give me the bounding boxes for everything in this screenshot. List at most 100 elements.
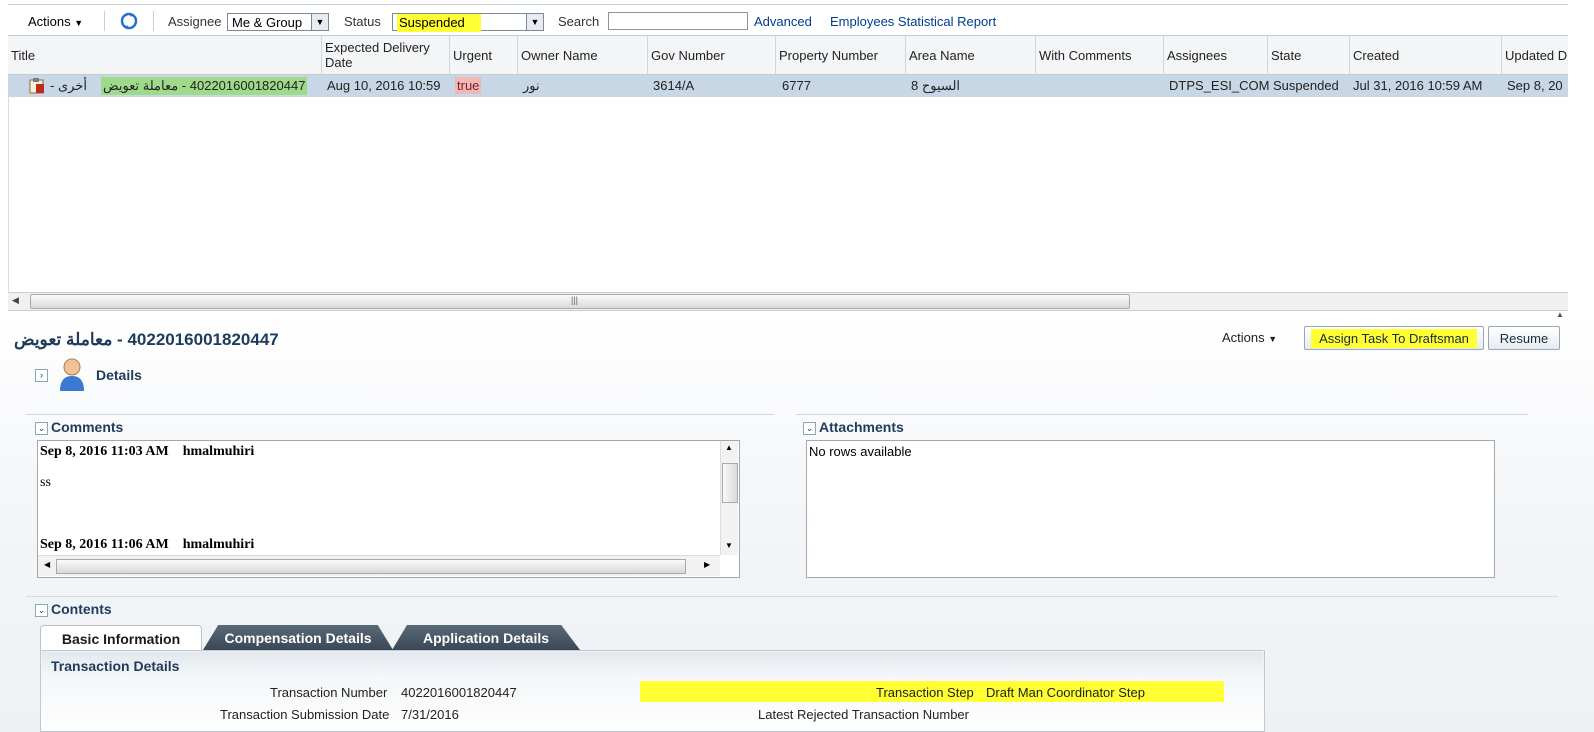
scroll-right-icon[interactable]: ▶ bbox=[704, 560, 710, 569]
dropdown-arrow-icon[interactable]: ▼ bbox=[311, 14, 328, 30]
column-header-updated[interactable]: Updated D bbox=[1502, 36, 1568, 74]
scrollbar-thumb[interactable] bbox=[722, 463, 738, 503]
task-icon bbox=[28, 77, 46, 95]
table-row[interactable]: أخرى - 4022016001820447 - معاملة تعويض A… bbox=[8, 75, 1568, 97]
actions-menu[interactable]: Actions ▼ bbox=[28, 14, 83, 29]
column-header-title[interactable]: Title bbox=[8, 36, 322, 74]
column-header-state[interactable]: State bbox=[1268, 36, 1350, 74]
expand-details-icon[interactable]: › bbox=[35, 369, 48, 382]
transaction-step-value: Draft Man Coordinator Step bbox=[986, 685, 1145, 700]
scroll-down-icon[interactable]: ▼ bbox=[725, 541, 733, 550]
comment-text: ss bbox=[40, 475, 51, 490]
status-select-value: Suspended bbox=[397, 14, 481, 32]
comment-user: hmalmuhiri bbox=[182, 537, 255, 552]
status-select[interactable]: Suspended ▼ bbox=[392, 13, 544, 32]
assignee-label: Assignee bbox=[168, 14, 222, 29]
column-header-expected-delivery[interactable]: Expected Delivery Date bbox=[322, 36, 450, 74]
column-header-property-number[interactable]: Property Number bbox=[776, 36, 906, 74]
row-state: Suspended bbox=[1273, 78, 1339, 93]
row-assignees: DTPS_ESI_COM bbox=[1169, 78, 1270, 93]
attachments-section-label: Attachments bbox=[819, 419, 904, 435]
row-updated: Sep 8, 20 bbox=[1507, 78, 1563, 93]
tab-compensation-details[interactable]: Compensation Details bbox=[203, 625, 393, 650]
chevron-down-icon: ▼ bbox=[1268, 334, 1278, 344]
contents-section-label: Contents bbox=[51, 601, 112, 617]
status-label: Status bbox=[344, 14, 381, 29]
comment-header: Sep 8, 2016 11:06 AM hmalmuhiri bbox=[40, 537, 254, 553]
assignee-select-value: Me & Group bbox=[232, 15, 303, 30]
scroll-up-icon[interactable]: ▲ bbox=[725, 443, 733, 452]
assignee-select[interactable]: Me & Group ▼ bbox=[227, 13, 329, 31]
search-input[interactable] bbox=[608, 12, 748, 30]
column-header-urgent[interactable]: Urgent bbox=[450, 36, 518, 74]
task-table-header: Title Expected Delivery Date Urgent Owne… bbox=[8, 35, 1568, 75]
transaction-step-label: Transaction Step bbox=[876, 685, 974, 700]
row-title-link[interactable]: 4022016001820447 - معاملة تعويض bbox=[101, 77, 308, 95]
column-header-owner-name[interactable]: Owner Name bbox=[518, 36, 648, 74]
grip-icon: ||| bbox=[571, 295, 579, 305]
details-section-label: Details bbox=[96, 367, 142, 383]
column-header-assignees[interactable]: Assignees bbox=[1164, 36, 1268, 74]
tab-application-details[interactable]: Application Details bbox=[392, 625, 580, 650]
column-header-gov-number[interactable]: Gov Number bbox=[648, 36, 776, 74]
comment-header: Sep 8, 2016 11:03 AM hmalmuhiri bbox=[40, 444, 254, 460]
detail-actions-label: Actions bbox=[1222, 330, 1265, 345]
transaction-number-value: 4022016001820447 bbox=[401, 685, 517, 700]
assign-button-label: Assign Task To Draftsman bbox=[1311, 328, 1477, 348]
search-label: Search bbox=[558, 14, 600, 29]
latest-rejected-label: Latest Rejected Transaction Number bbox=[758, 707, 969, 722]
collapse-attachments-icon[interactable]: ⌄ bbox=[803, 422, 816, 435]
comments-horizontal-scrollbar[interactable]: ◀ ▶ bbox=[38, 555, 720, 576]
chevron-down-icon: ▼ bbox=[74, 18, 84, 28]
user-avatar-icon bbox=[56, 356, 88, 392]
comments-panel: Sep 8, 2016 11:03 AM hmalmuhiri ss Sep 8… bbox=[37, 440, 740, 578]
transaction-details-header-bar bbox=[42, 652, 1263, 678]
row-title-prefix: أخرى - bbox=[50, 78, 87, 93]
section-divider bbox=[26, 596, 1558, 597]
submission-date-label: Transaction Submission Date bbox=[220, 707, 390, 722]
comments-section-label: Comments bbox=[51, 419, 124, 435]
toolbar-divider bbox=[153, 11, 154, 31]
advanced-search-link[interactable]: Advanced bbox=[754, 14, 812, 29]
splitter-up-icon[interactable]: ▲ bbox=[1556, 310, 1564, 319]
assign-to-draftsman-button[interactable]: Assign Task To Draftsman bbox=[1304, 326, 1484, 350]
scrollbar-thumb[interactable]: ||| bbox=[30, 294, 1130, 309]
refresh-icon[interactable] bbox=[120, 12, 138, 30]
toolbar-divider bbox=[104, 11, 105, 31]
task-detail-title: 4022016001820447 - معاملة تعويض bbox=[14, 330, 279, 349]
section-divider bbox=[26, 414, 774, 415]
column-header-created[interactable]: Created bbox=[1350, 36, 1502, 74]
row-gov-number: 3614/A bbox=[653, 78, 695, 93]
row-area-name: السيوح 8 bbox=[911, 78, 961, 93]
column-header-area-name[interactable]: Area Name bbox=[906, 36, 1036, 74]
employees-report-link[interactable]: Employees Statistical Report bbox=[830, 14, 996, 29]
scroll-left-icon[interactable]: ◀ bbox=[44, 560, 50, 569]
attachments-empty-text: No rows available bbox=[809, 444, 912, 459]
comment-date: Sep 8, 2016 11:06 AM bbox=[40, 537, 169, 552]
collapse-contents-icon[interactable]: ⌄ bbox=[35, 604, 48, 617]
table-horizontal-scrollbar[interactable]: ◀ ||| bbox=[8, 292, 1568, 311]
column-header-with-comments[interactable]: With Comments bbox=[1036, 36, 1164, 74]
comments-vertical-scrollbar[interactable]: ▲ ▼ bbox=[720, 441, 738, 555]
collapse-comments-icon[interactable]: ⌄ bbox=[35, 422, 48, 435]
comment-user: hmalmuhiri bbox=[182, 444, 255, 459]
submission-date-value: 7/31/2016 bbox=[401, 707, 459, 722]
resume-button[interactable]: Resume bbox=[1488, 326, 1560, 350]
table-body-empty-area bbox=[8, 97, 1569, 292]
row-owner-name: نور bbox=[523, 78, 540, 93]
comment-date: Sep 8, 2016 11:03 AM bbox=[40, 444, 169, 459]
tab-basic-information[interactable]: Basic Information bbox=[40, 625, 202, 651]
detail-actions-menu[interactable]: Actions ▼ bbox=[1222, 330, 1277, 345]
dropdown-arrow-icon[interactable]: ▼ bbox=[526, 14, 543, 30]
row-expected-delivery: Aug 10, 2016 10:59 bbox=[327, 78, 441, 93]
section-divider bbox=[796, 414, 1528, 415]
transaction-number-label: Transaction Number bbox=[270, 685, 388, 700]
attachments-panel: No rows available bbox=[806, 440, 1495, 578]
scroll-left-icon[interactable]: ◀ bbox=[12, 295, 19, 306]
row-property-number: 6777 bbox=[782, 78, 811, 93]
scrollbar-thumb[interactable] bbox=[56, 559, 686, 574]
task-toolbar: Actions ▼ Assignee Me & Group ▼ Status S… bbox=[8, 4, 1568, 35]
transaction-details-label: Transaction Details bbox=[51, 658, 180, 674]
row-urgent: true bbox=[455, 77, 482, 94]
row-created: Jul 31, 2016 10:59 AM bbox=[1353, 78, 1483, 93]
